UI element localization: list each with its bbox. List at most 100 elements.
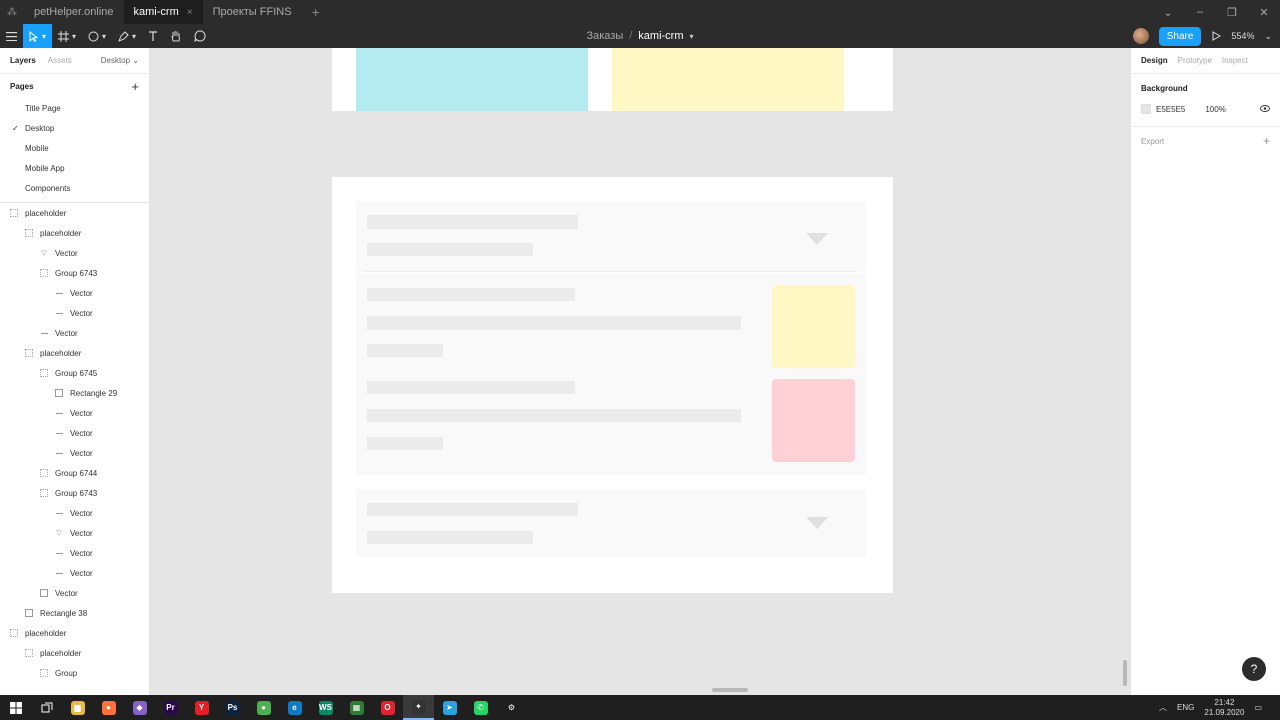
- zoom-level[interactable]: 554%: [1231, 31, 1254, 41]
- layer-row[interactable]: Group 6744: [0, 463, 149, 483]
- text-tool[interactable]: [142, 24, 164, 48]
- layer-row[interactable]: Group 6745: [0, 363, 149, 383]
- play-icon[interactable]: [1211, 31, 1222, 41]
- file-explorer-icon[interactable]: ▆: [62, 695, 93, 720]
- layer-row[interactable]: Group 6743: [0, 263, 149, 283]
- layer-row[interactable]: Rectangle 38: [0, 603, 149, 623]
- settings-icon[interactable]: ⚙: [496, 695, 527, 720]
- comment-tool[interactable]: [188, 24, 212, 48]
- layer-row[interactable]: placeholder: [0, 203, 149, 223]
- placeholder-card[interactable]: [356, 273, 866, 475]
- eye-icon[interactable]: [1260, 104, 1270, 114]
- cyan-card[interactable]: [356, 48, 588, 111]
- new-tab-button[interactable]: +: [302, 0, 330, 24]
- pen-tool[interactable]: ▾: [112, 24, 142, 48]
- share-button[interactable]: Share: [1158, 26, 1202, 46]
- tab-inspect[interactable]: Inspect: [1222, 56, 1248, 65]
- shape-tool[interactable]: ▾: [82, 24, 112, 48]
- chevron-down-icon[interactable]: ⌄: [1152, 0, 1184, 24]
- triangle-down-icon[interactable]: [806, 233, 828, 245]
- page-dropdown[interactable]: Desktop ⌄: [101, 56, 139, 65]
- close-icon[interactable]: ×: [187, 7, 193, 18]
- telegram-icon[interactable]: ➤: [434, 695, 465, 720]
- tab-design[interactable]: Design: [1141, 56, 1168, 65]
- figma-home-icon[interactable]: ⁂: [0, 0, 24, 24]
- layer-row[interactable]: Vector: [0, 303, 149, 323]
- chevron-down-icon[interactable]: ▾: [690, 32, 694, 41]
- chrome-icon[interactable]: ●: [248, 695, 279, 720]
- hand-tool[interactable]: [164, 24, 188, 48]
- photoshop-icon[interactable]: Ps: [217, 695, 248, 720]
- color-swatch[interactable]: [1141, 104, 1151, 114]
- layer-row[interactable]: Vector: [0, 563, 149, 583]
- whatsapp-icon[interactable]: ✆: [465, 695, 496, 720]
- figma-icon[interactable]: ✦: [403, 695, 434, 720]
- layer-row[interactable]: ▽ Vector: [0, 243, 149, 263]
- add-page-button[interactable]: +: [131, 79, 139, 94]
- file-name[interactable]: kami-crm: [638, 30, 683, 42]
- visual-studio-icon[interactable]: ◆: [124, 695, 155, 720]
- tab-assets[interactable]: Assets: [48, 56, 72, 65]
- thumbnail-yellow[interactable]: [772, 285, 855, 368]
- task-view-icon[interactable]: [31, 695, 62, 720]
- layer-row[interactable]: Group: [0, 663, 149, 683]
- vertical-scrollbar[interactable]: [1123, 660, 1127, 686]
- triangle-down-icon[interactable]: [806, 517, 828, 529]
- avatar[interactable]: [1132, 28, 1149, 44]
- tab-2[interactable]: Проекты FFINS: [203, 0, 302, 24]
- layer-row[interactable]: Vector: [0, 323, 149, 343]
- firefox-icon[interactable]: ●: [93, 695, 124, 720]
- layer-row[interactable]: placeholder: [0, 223, 149, 243]
- frame-tool[interactable]: ▾: [52, 24, 82, 48]
- close-window-button[interactable]: ✕: [1248, 0, 1280, 24]
- tab-1[interactable]: kami-crm ×: [123, 0, 203, 24]
- tab-0[interactable]: petHelper.online: [24, 0, 124, 24]
- layer-row[interactable]: Vector: [0, 503, 149, 523]
- tab-layers[interactable]: Layers: [10, 56, 36, 65]
- project-link[interactable]: Заказы: [586, 30, 623, 42]
- sheets-icon[interactable]: ▦: [341, 695, 372, 720]
- thumbnail-pink[interactable]: [772, 379, 855, 462]
- layer-row[interactable]: Vector: [0, 283, 149, 303]
- chevron-down-icon[interactable]: ⌄: [1264, 31, 1272, 42]
- layer-row[interactable]: Group 6743: [0, 483, 149, 503]
- layer-row[interactable]: ▽ Vector: [0, 523, 149, 543]
- clock[interactable]: 21:42 21.09.2020: [1204, 698, 1244, 718]
- layer-row[interactable]: Vector: [0, 403, 149, 423]
- yandex-browser-icon[interactable]: Y: [186, 695, 217, 720]
- main-menu-button[interactable]: [0, 24, 23, 48]
- layer-row[interactable]: Rectangle 29: [0, 383, 149, 403]
- chevron-up-icon[interactable]: ︿: [1159, 702, 1167, 713]
- placeholder-frame[interactable]: [332, 177, 893, 593]
- minimize-button[interactable]: –: [1184, 0, 1216, 24]
- placeholder-card[interactable]: [356, 489, 866, 557]
- yellow-card[interactable]: [612, 48, 844, 111]
- page-item[interactable]: Components: [0, 178, 149, 198]
- placeholder-card[interactable]: [356, 201, 866, 271]
- background-opacity[interactable]: 100%: [1205, 105, 1225, 114]
- page-item[interactable]: Mobile: [0, 138, 149, 158]
- opera-icon[interactable]: O: [372, 695, 403, 720]
- frame-top[interactable]: [332, 48, 893, 111]
- canvas[interactable]: [150, 48, 1130, 695]
- layer-row[interactable]: Vector: [0, 583, 149, 603]
- move-tool[interactable]: ▾: [23, 24, 53, 48]
- layer-row[interactable]: Vector: [0, 543, 149, 563]
- background-hex[interactable]: E5E5E5: [1156, 105, 1185, 114]
- layer-row[interactable]: Vector: [0, 443, 149, 463]
- horizontal-scrollbar[interactable]: [712, 688, 748, 692]
- layer-row[interactable]: placeholder: [0, 643, 149, 663]
- page-item[interactable]: ✓ Desktop: [0, 118, 149, 138]
- page-item[interactable]: Mobile App: [0, 158, 149, 178]
- maximize-button[interactable]: ❐: [1216, 0, 1248, 24]
- windows-start-icon[interactable]: [0, 695, 31, 720]
- webstorm-icon[interactable]: WS: [310, 695, 341, 720]
- add-export-button[interactable]: +: [1263, 134, 1270, 148]
- notifications-icon[interactable]: ▭: [1254, 703, 1262, 712]
- layer-row[interactable]: placeholder: [0, 343, 149, 363]
- edge-icon[interactable]: e: [279, 695, 310, 720]
- layer-row[interactable]: placeholder: [0, 623, 149, 643]
- language-indicator[interactable]: ENG: [1177, 703, 1194, 712]
- premiere-icon[interactable]: Pr: [155, 695, 186, 720]
- help-button[interactable]: ?: [1242, 657, 1266, 681]
